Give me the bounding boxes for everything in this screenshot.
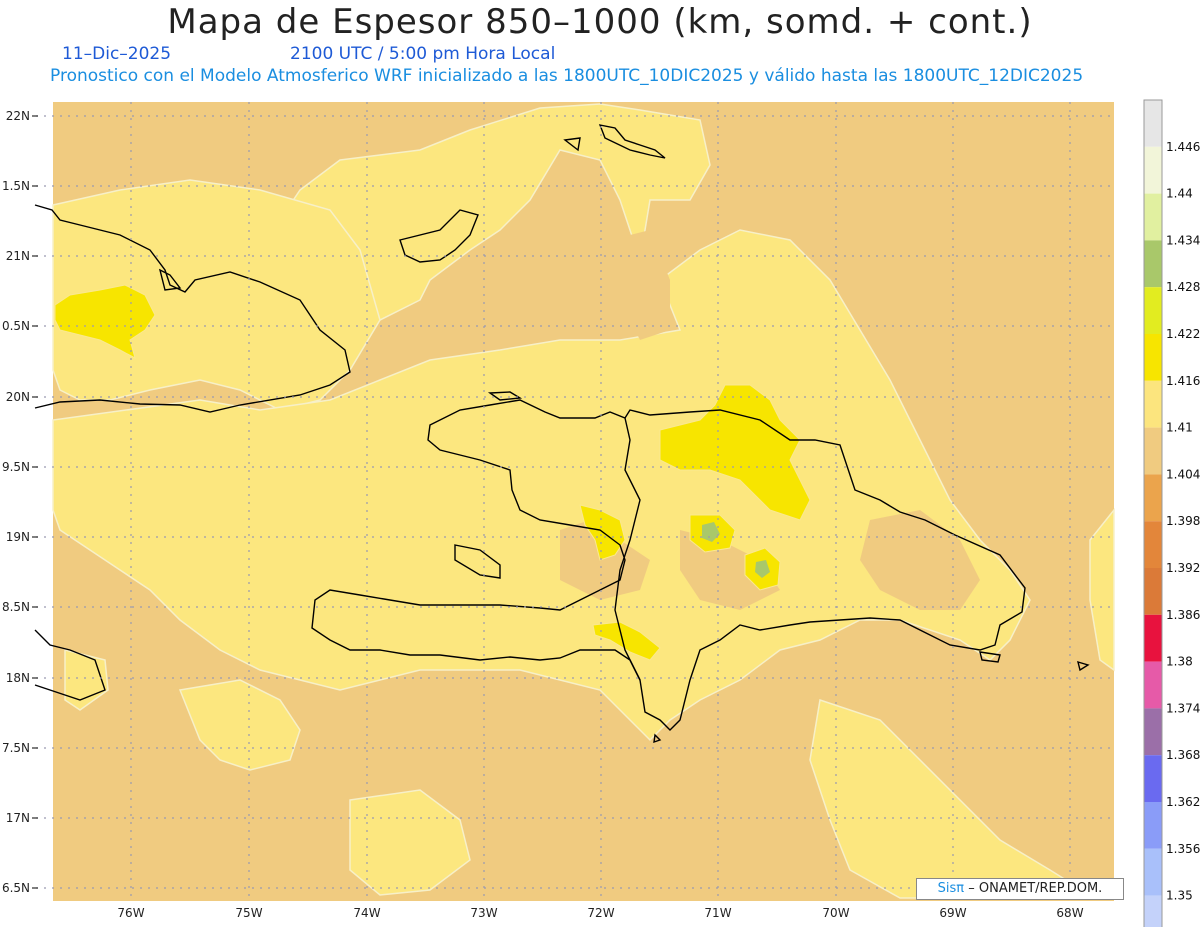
lat-label: 6.5N <box>2 881 30 895</box>
lon-label: 68W <box>1056 906 1083 920</box>
lon-label: 73W <box>470 906 497 920</box>
colorbar-swatch <box>1144 755 1162 802</box>
colorbar-swatch <box>1144 568 1162 615</box>
lon-label: 74W <box>353 906 380 920</box>
colorbar-label: 1.386 <box>1166 608 1200 622</box>
colorbar-label: 1.44 <box>1166 187 1193 201</box>
colorbar-label: 1.446 <box>1166 140 1200 154</box>
colorbar-label: 1.38 <box>1166 655 1193 669</box>
lat-label: 20N <box>6 390 30 404</box>
lon-label: 70W <box>822 906 849 920</box>
colorbar-swatch <box>1144 802 1162 849</box>
colorbar-label: 1.362 <box>1166 795 1200 809</box>
colorbar-swatch <box>1144 848 1162 896</box>
lon-label: 71W <box>704 906 731 920</box>
lat-label: 8.5N <box>2 600 30 614</box>
lat-label: 21N <box>6 249 30 263</box>
colorbar-label: 1.434 <box>1166 233 1200 247</box>
lat-label: 19N <box>6 530 30 544</box>
colorbar-label: 1.422 <box>1166 327 1200 341</box>
lat-label: 9.5N <box>2 460 30 474</box>
colorbar-swatch <box>1144 614 1162 662</box>
colorbar: 1.446 1.44 1.434 1.428 1.422 1.416 1.41 1.404 1.… <box>1143 99 1200 927</box>
colorbar-swatch <box>1144 380 1162 428</box>
lat-label: 7.5N <box>2 741 30 755</box>
latitude-labels: 22N 1.5N 21N 0.5N 20N 9.5N 19N 8.5N 18N … <box>2 109 30 895</box>
lat-ticks <box>32 115 38 889</box>
lat-label: 18N <box>6 671 30 685</box>
colorbar-swatch <box>1144 146 1162 194</box>
colorbar-label: 1.41 <box>1166 421 1193 435</box>
colorbar-swatch <box>1144 334 1162 381</box>
colorbar-label: 1.398 <box>1166 514 1200 528</box>
lat-label: 0.5N <box>2 319 30 333</box>
colorbar-swatch <box>1144 895 1162 927</box>
colorbar-swatch <box>1144 100 1162 147</box>
lon-label: 72W <box>587 906 614 920</box>
lat-label: 22N <box>6 109 30 123</box>
colorbar-swatch <box>1144 474 1162 522</box>
thickness-map: 22N 1.5N 21N 0.5N 20N 9.5N 19N 8.5N 18N … <box>2 99 1200 927</box>
colorbar-swatch <box>1144 240 1162 288</box>
colorbar-label: 1.374 <box>1166 701 1200 715</box>
colorbar-swatch <box>1144 193 1162 241</box>
colorbar-label: 1.416 <box>1166 374 1200 388</box>
lon-label: 69W <box>939 906 966 920</box>
credit-box: Sisπ – ONAMET/REP.DOM. <box>916 878 1124 900</box>
lat-label: 17N <box>6 811 30 825</box>
sispi-brand: Sisπ <box>937 881 965 896</box>
colorbar-label: 1.35 <box>1166 889 1193 903</box>
onamet-credit: – ONAMET/REP.DOM. <box>968 881 1103 896</box>
colorbar-swatch <box>1144 427 1162 475</box>
colorbar-label: 1.392 <box>1166 561 1200 575</box>
colorbar-label: 1.404 <box>1166 467 1200 481</box>
colorbar-swatch <box>1144 708 1162 756</box>
colorbar-label: 1.428 <box>1166 280 1200 294</box>
colorbar-swatch <box>1144 661 1162 709</box>
colorbar-swatch <box>1144 521 1162 568</box>
longitude-labels: 76W 75W 74W 73W 72W 71W 70W 69W 68W <box>117 906 1083 920</box>
lat-label: 1.5N <box>2 179 30 193</box>
colorbar-swatch <box>1144 287 1162 334</box>
lon-label: 75W <box>235 906 262 920</box>
lon-label: 76W <box>117 906 144 920</box>
colorbar-label: 1.368 <box>1166 748 1200 762</box>
colorbar-label: 1.356 <box>1166 842 1200 856</box>
